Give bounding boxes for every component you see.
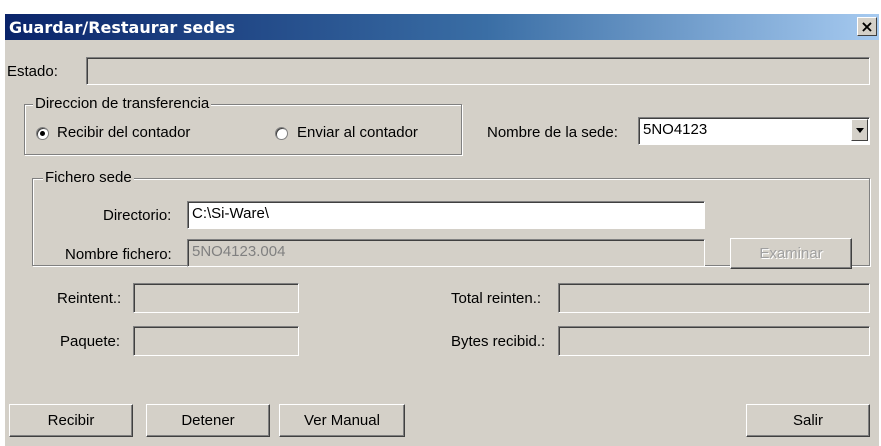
fichero-sede-legend: Fichero sede bbox=[43, 169, 134, 186]
chevron-down-icon bbox=[856, 128, 864, 133]
salir-button[interactable]: Salir bbox=[746, 404, 870, 437]
radio-selected-dot bbox=[40, 131, 45, 136]
ver-manual-button[interactable]: Ver Manual bbox=[279, 404, 405, 437]
paquete-field bbox=[133, 326, 299, 356]
sede-selected-value: 5NO4123 bbox=[643, 121, 708, 138]
radio-recibir[interactable] bbox=[36, 127, 49, 140]
save-restore-dialog: Guardar/Restaurar sedes × Estado: Direcc… bbox=[5, 14, 879, 446]
directorio-label: Directorio: bbox=[103, 207, 172, 224]
total-reinten-label: Total reinten.: bbox=[451, 290, 542, 307]
detener-button[interactable]: Detener bbox=[146, 404, 270, 437]
radio-enviar-label[interactable]: Enviar al contador bbox=[297, 124, 418, 141]
nombre-fichero-label: Nombre fichero: bbox=[65, 246, 172, 263]
recibir-button[interactable]: Recibir bbox=[9, 404, 133, 437]
nombre-fichero-field: 5NO4123.004 bbox=[187, 239, 705, 267]
reintent-field bbox=[133, 283, 299, 313]
window-title: Guardar/Restaurar sedes bbox=[9, 18, 236, 37]
fichero-sede-group: Fichero sede Directorio: C:\Si-Ware\ Nom… bbox=[32, 169, 870, 269]
estado-label: Estado: bbox=[7, 63, 58, 80]
estado-field bbox=[86, 57, 870, 85]
transfer-direction-group: Direccion de transferencia Recibir del c… bbox=[24, 95, 462, 155]
reintent-label: Reintent.: bbox=[57, 290, 122, 307]
radio-recibir-label[interactable]: Recibir del contador bbox=[57, 124, 190, 141]
sede-label: Nombre de la sede: bbox=[487, 124, 618, 141]
dropdown-button[interactable] bbox=[851, 119, 868, 141]
paquete-label: Paquete: bbox=[60, 333, 121, 350]
bytes-recibid-label: Bytes recibid.: bbox=[451, 333, 546, 350]
close-button[interactable]: × bbox=[857, 17, 877, 36]
examinar-button[interactable]: Examinar bbox=[730, 238, 852, 269]
sede-combobox[interactable]: 5NO4123 bbox=[638, 117, 870, 145]
close-icon: × bbox=[860, 17, 874, 36]
radio-enviar[interactable] bbox=[275, 127, 288, 140]
transfer-direction-legend: Direccion de transferencia bbox=[33, 95, 212, 112]
bytes-recibid-field bbox=[558, 326, 870, 356]
title-bar[interactable]: Guardar/Restaurar sedes × bbox=[5, 14, 879, 40]
total-reinten-field bbox=[558, 283, 870, 313]
directorio-input[interactable]: C:\Si-Ware\ bbox=[187, 201, 705, 229]
